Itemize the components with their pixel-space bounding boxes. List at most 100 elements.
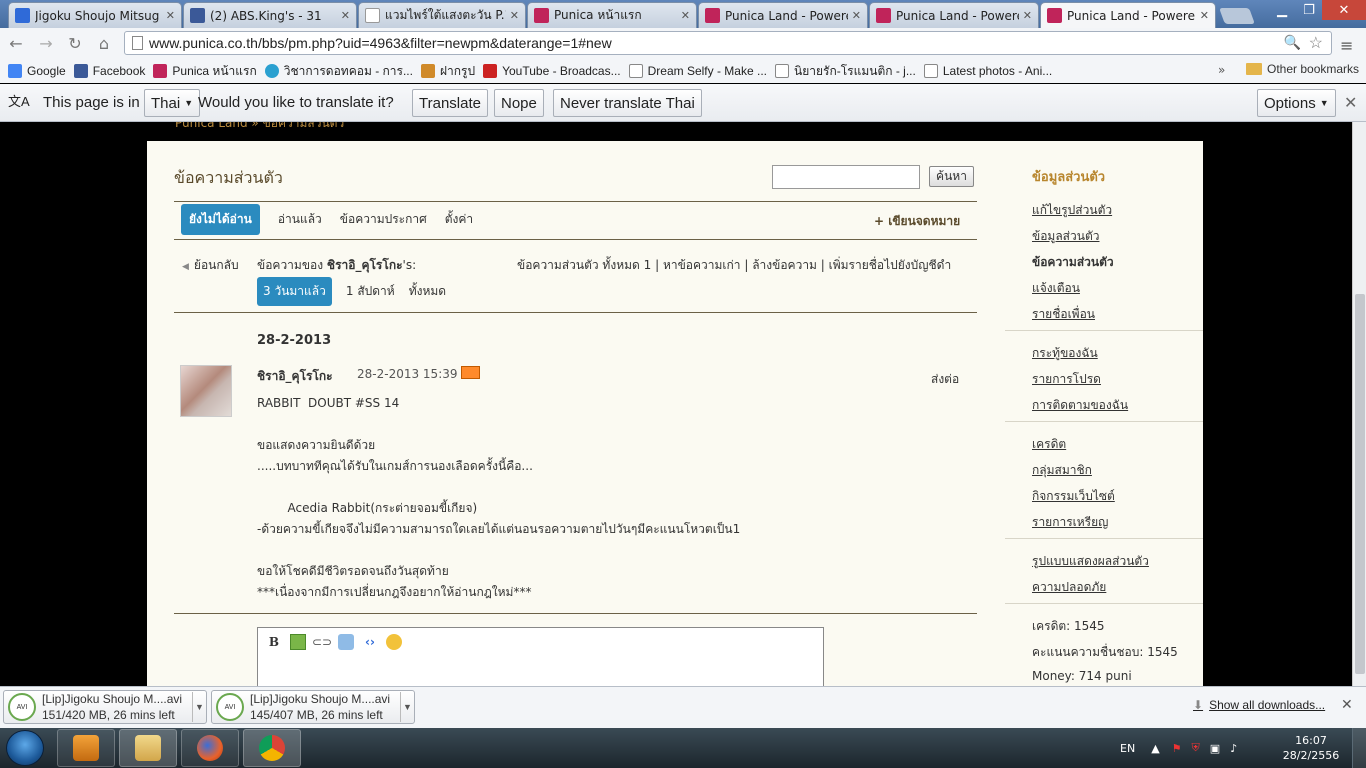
bookmark-item[interactable]: นิยายรัก-โรแมนติก - j...	[775, 62, 916, 81]
forward-arrow-icon[interactable]: →	[36, 33, 56, 53]
sidebar-item-notifications[interactable]: แจ้งเตือน	[1032, 279, 1080, 298]
address-bar[interactable]: www.punica.co.th/bbs/pm.php?uid=4963&fil…	[124, 31, 1332, 55]
sidebar-item-pm[interactable]: ข้อความส่วนตัว	[1032, 253, 1114, 272]
other-bookmarks[interactable]: Other bookmarks	[1246, 62, 1359, 76]
bookmark-star-icon[interactable]: ☆	[1309, 33, 1323, 53]
smiley-icon[interactable]	[386, 634, 402, 650]
range-all[interactable]: ทั้งหมด	[409, 282, 446, 301]
sidebar-item-friends[interactable]: รายชื่อเพื่อน	[1032, 305, 1095, 324]
download-item[interactable]: AVI [Lip]Jigoku Shoujo M....avi 151/420 M…	[3, 690, 207, 724]
reply-editor[interactable]: B ⊂⊃ ‹›	[257, 627, 824, 686]
show-desktop-button[interactable]	[1352, 728, 1366, 768]
sidebar-item-medals[interactable]: รายการเหรียญ	[1032, 513, 1108, 532]
bookmark-item[interactable]: วิชาการดอทคอม - การ...	[264, 62, 413, 81]
chevron-down-icon[interactable]: ▼	[192, 692, 206, 722]
show-all-downloads-link[interactable]: ⬇ Show all downloads...	[1193, 698, 1325, 712]
tab-read[interactable]: อ่านแล้ว	[278, 210, 322, 229]
taskbar-chrome[interactable]	[243, 729, 301, 767]
avatar[interactable]	[180, 365, 232, 417]
action-center-icon[interactable]: ⚑	[1172, 742, 1182, 755]
pm-action-links[interactable]: ข้อความส่วนตัว ทั้งหมด 1 | หาข้อความเก่า…	[517, 256, 951, 275]
volume-icon[interactable]: ♪	[1230, 742, 1237, 755]
more-bookmarks-icon[interactable]: »	[1218, 63, 1225, 77]
envelope-icon[interactable]	[461, 366, 480, 379]
bookmark-item[interactable]: Latest photos - Ani...	[923, 64, 1052, 78]
tab-close-icon[interactable]: ✕	[1023, 9, 1032, 22]
close-icon[interactable]: ✕	[1344, 93, 1357, 113]
tab-close-icon[interactable]: ✕	[852, 9, 861, 22]
browser-tab[interactable]: Jigoku Shoujo Mitsug ✕	[8, 2, 182, 28]
bookmark-item[interactable]: Dream Selfy - Make ...	[628, 64, 767, 78]
start-button[interactable]	[6, 730, 44, 766]
tab-close-icon[interactable]: ✕	[341, 9, 350, 22]
sidebar-item-groups[interactable]: กลุ่มสมาชิก	[1032, 461, 1092, 480]
breadcrumb[interactable]: Punica Land » ข้อความส่วนตัว	[175, 122, 344, 133]
search-button[interactable]: ค้นหา	[929, 166, 974, 187]
download-item[interactable]: AVI [Lip]Jigoku Shoujo M....avi 145/407 M…	[211, 690, 415, 724]
bold-icon[interactable]: B	[266, 634, 282, 650]
tab-close-icon[interactable]: ✕	[1200, 9, 1209, 22]
code-icon[interactable]: ‹›	[362, 634, 378, 650]
tray-expand-icon[interactable]: ▲	[1151, 742, 1159, 755]
bookmark-item[interactable]: Google	[8, 64, 66, 78]
sidebar-item-edit-avatar[interactable]: แก้ไขรูปส่วนตัว	[1032, 201, 1112, 220]
browser-tab[interactable]: Punica Land - Powere ✕	[869, 2, 1039, 28]
home-icon[interactable]: ⌂	[94, 33, 114, 53]
range-3-days[interactable]: 3 วันมาแล้ว	[257, 277, 332, 306]
tab-announcements[interactable]: ข้อความประกาศ	[340, 210, 427, 229]
sidebar-item-favorites[interactable]: รายการโปรด	[1032, 370, 1101, 389]
minimize-icon[interactable]: ▁	[1268, 0, 1296, 20]
sidebar-item-security[interactable]: ความปลอดภัย	[1032, 578, 1106, 597]
never-translate-button[interactable]: Never translate Thai	[553, 89, 702, 117]
browser-tab[interactable]: (2) ABS.King's - 31 ✕	[183, 2, 357, 28]
message-sender[interactable]: ชิราอิ_คุโรโกะ	[257, 367, 333, 386]
back-link[interactable]: ◀ ย้อนกลับ	[182, 256, 239, 275]
zoom-icon[interactable]: 🔍	[1284, 34, 1301, 51]
security-icon[interactable]: ⛨	[1192, 741, 1200, 755]
language-select[interactable]: Thai ▼	[144, 89, 201, 117]
browser-tab[interactable]: Punica หน้าแรก ✕	[527, 2, 697, 28]
menu-icon[interactable]: ≡	[1340, 36, 1353, 55]
browser-tab[interactable]: Punica Land - Powere ✕	[698, 2, 868, 28]
sidebar-item-theme[interactable]: รูปแบบแสดงผลส่วนตัว	[1032, 552, 1149, 571]
new-tab-button[interactable]	[1219, 8, 1255, 24]
bookmark-item[interactable]: ฝากรูป	[420, 62, 475, 81]
image-icon[interactable]	[290, 634, 306, 650]
tab-settings[interactable]: ตั้งค่า	[445, 210, 473, 229]
bookmark-item[interactable]: YouTube - Broadcas...	[483, 64, 621, 78]
bookmark-item[interactable]: Punica หน้าแรก	[153, 62, 257, 81]
window-close-icon[interactable]: ✕	[1322, 0, 1366, 20]
bookmark-item[interactable]: Facebook	[73, 64, 145, 78]
browser-tab[interactable]: แวมไพร์ใต้แสงตะวัน P.1 ✕	[358, 2, 526, 28]
network-icon[interactable]: ▣	[1210, 742, 1220, 755]
tab-close-icon[interactable]: ✕	[681, 9, 690, 22]
browser-tab-active[interactable]: Punica Land - Powere ✕	[1040, 2, 1216, 28]
taskbar-firefox[interactable]	[181, 729, 239, 767]
range-1-week[interactable]: 1 สัปดาห์	[346, 282, 395, 301]
taskbar-explorer[interactable]	[119, 729, 177, 767]
sidebar-item-my-threads[interactable]: กระทู้ของฉัน	[1032, 344, 1098, 363]
vertical-scrollbar[interactable]	[1352, 122, 1366, 686]
sidebar-item-following[interactable]: การติดตามของฉัน	[1032, 396, 1128, 415]
nope-button[interactable]: Nope	[494, 89, 544, 117]
link-icon[interactable]: ⊂⊃	[312, 634, 332, 650]
close-icon[interactable]: ✕	[1341, 697, 1353, 713]
quote-icon[interactable]	[338, 634, 354, 650]
sidebar-item-activity[interactable]: กิจกรรมเว็บไซต์	[1032, 487, 1115, 506]
compose-button[interactable]: + เขียนจดหมาย	[874, 212, 960, 231]
translate-button[interactable]: Translate	[412, 89, 488, 117]
scrollbar-thumb[interactable]	[1355, 294, 1365, 674]
sidebar-item-profile[interactable]: ข้อมูลส่วนตัว	[1032, 227, 1099, 246]
messages-of-user[interactable]: ชิราอิ_คุโรโกะ	[327, 258, 403, 272]
options-button[interactable]: Options ▼	[1257, 89, 1336, 117]
taskbar-media-player[interactable]	[57, 729, 115, 767]
restore-icon[interactable]: ❐	[1296, 0, 1322, 20]
tab-close-icon[interactable]: ✕	[166, 9, 175, 22]
tab-close-icon[interactable]: ✕	[510, 9, 519, 22]
taskbar-clock[interactable]: 16:07 28/2/2556	[1282, 733, 1340, 763]
tab-unread[interactable]: ยังไม่ได้อ่าน	[181, 204, 260, 235]
sidebar-item-credits[interactable]: เครดิต	[1032, 435, 1066, 454]
forward-link[interactable]: ส่งต่อ	[931, 370, 959, 389]
chevron-down-icon[interactable]: ▼	[400, 692, 414, 722]
search-input[interactable]	[772, 165, 920, 189]
